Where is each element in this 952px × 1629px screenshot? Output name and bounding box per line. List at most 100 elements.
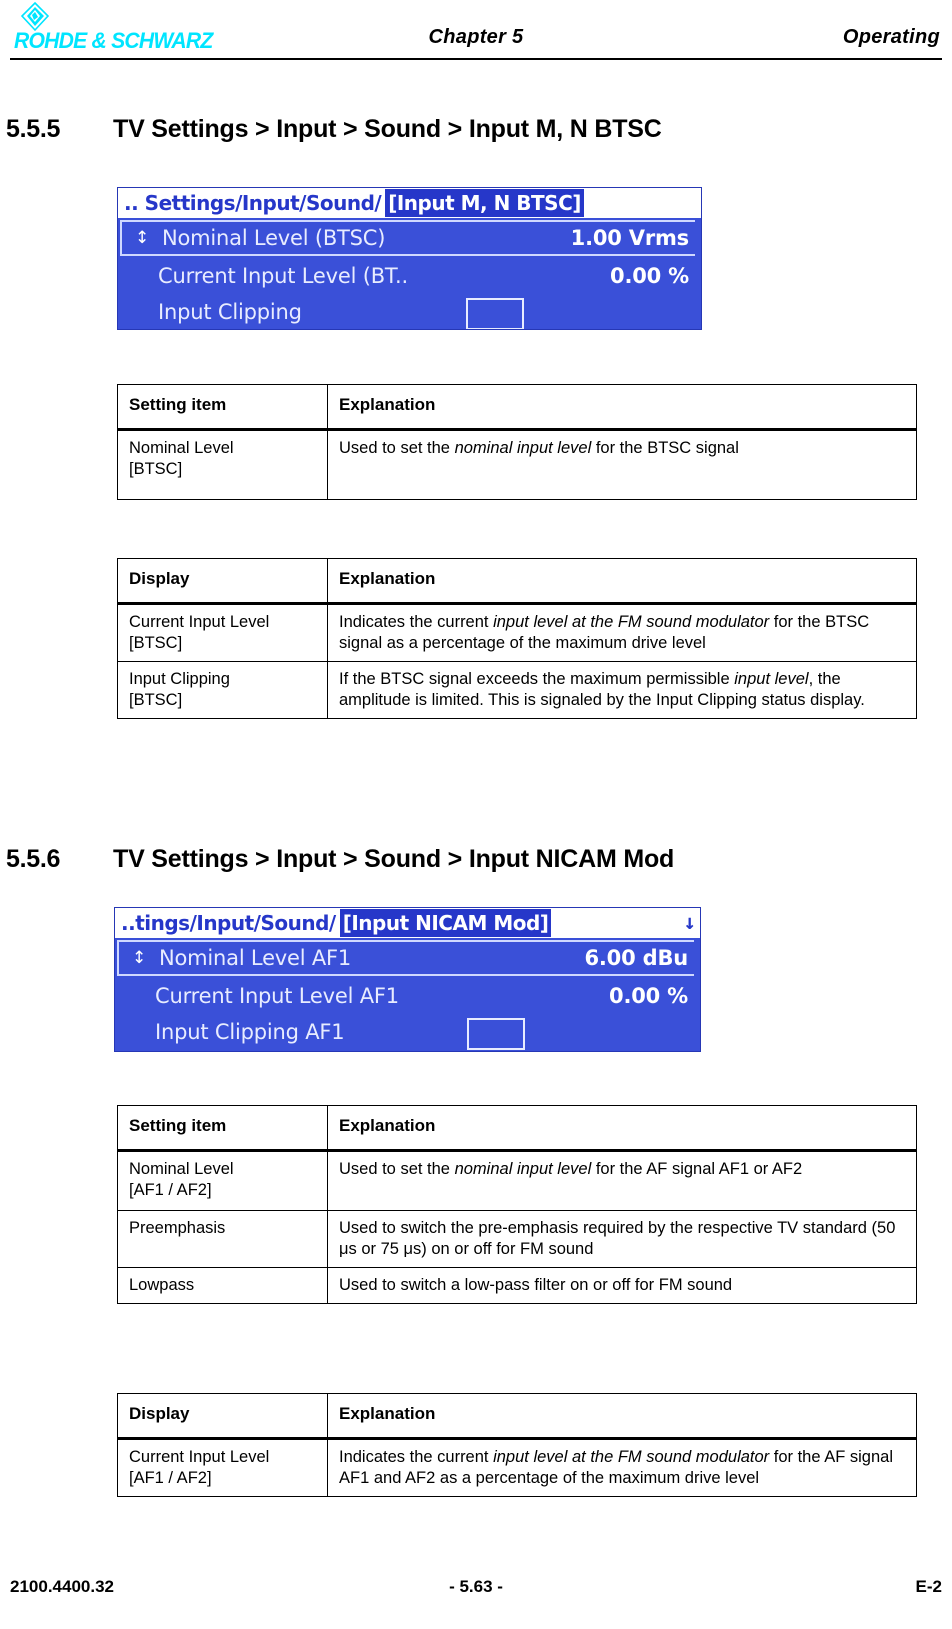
page-header: ROHDE & SCHWARZ Chapter 5 Operating <box>0 0 952 60</box>
table-row: Preemphasis Used to switch the pre-empha… <box>117 1209 917 1268</box>
explanation-pre: Indicates the current <box>339 612 494 631</box>
table-nicam-display-items: Display Explanation Current Input Level … <box>117 1393 917 1497</box>
cell-line-1: Nominal Level <box>129 438 234 457</box>
cell-line-1: Lowpass <box>129 1275 195 1294</box>
cell-display-item: Input Clipping [BTSC] <box>117 660 328 720</box>
table-row: Nominal Level [AF1 / AF2] Used to set th… <box>117 1149 917 1211</box>
section-number-556: 5.5.6 <box>6 845 61 873</box>
lcd-path-nicam: ..tings/Input/Sound/ <box>121 911 336 935</box>
lcd-row-label: Current Input Level AF1 <box>155 984 399 1008</box>
cell-line-1: Nominal Level <box>129 1159 234 1178</box>
lcd-row-label: Input Clipping AF1 <box>155 1020 345 1044</box>
lcd-row-label: Current Input Level (BT.. <box>158 264 408 288</box>
column-header-explanation: Explanation <box>327 384 917 431</box>
cell-explanation: Indicates the current input level at the… <box>327 602 917 662</box>
cell-line-2: [AF1 / AF2] <box>129 1180 212 1199</box>
cell-explanation: Used to switch the pre-emphasis required… <box>327 1209 917 1268</box>
table-btsc-setting-items: Setting item Explanation Nominal Level [… <box>117 384 917 500</box>
table-row: Input Clipping [BTSC] If the BTSC signal… <box>117 660 917 720</box>
table-header-row: Display Explanation <box>117 558 917 605</box>
cell-setting-item: Preemphasis <box>117 1209 328 1268</box>
explanation-pre: Used to set the <box>339 1159 455 1178</box>
table-row: Nominal Level [BTSC] Used to set the nom… <box>117 428 917 500</box>
lcd-row-value: 6.00 dBu <box>584 946 688 970</box>
explanation-post: for the AF signal AF1 or AF2 <box>591 1159 803 1178</box>
lcd-row-value: 0.00 % <box>610 264 689 288</box>
lcd-screenshot-btsc: .. Settings/Input/Sound/ [Input M, N BTS… <box>117 187 702 330</box>
explanation-pre: Indicates the current <box>339 1447 494 1466</box>
cell-line-2: [AF1 / AF2] <box>129 1468 212 1487</box>
column-header-explanation: Explanation <box>327 1105 917 1152</box>
column-header-setting-item: Setting item <box>117 384 328 431</box>
input-clipping-status-checkbox <box>466 298 524 329</box>
lcd-row-input-clipping-btsc[interactable]: Input Clipping <box>118 294 701 329</box>
cell-setting-item: Nominal Level [AF1 / AF2] <box>117 1149 328 1211</box>
cell-line-1: Current Input Level <box>129 612 270 631</box>
cell-line-2: [BTSC] <box>129 691 183 710</box>
cell-line-1: Current Input Level <box>129 1447 270 1466</box>
explanation-emphasis: nominal input level <box>454 1159 592 1178</box>
input-clipping-af1-status-checkbox <box>467 1018 525 1050</box>
lcd-row-value: 1.00 Vrms <box>570 226 690 250</box>
header-divider <box>10 58 942 60</box>
explanation-emphasis: nominal input level <box>454 438 592 457</box>
lcd-titlebar-btsc: .. Settings/Input/Sound/ [Input M, N BTS… <box>118 188 701 218</box>
lcd-window-title-btsc: [Input M, N BTSC] <box>385 189 584 217</box>
cell-display-item: Current Input Level [AF1 / AF2] <box>117 1437 328 1497</box>
lcd-window-title-nicam: [Input NICAM Mod] <box>339 909 552 937</box>
footer-page-number: - 5.63 - <box>449 1577 503 1596</box>
column-header-display: Display <box>117 558 328 605</box>
cell-explanation: Used to set the nominal input level for … <box>327 428 917 500</box>
cell-setting-item: Lowpass <box>117 1266 328 1305</box>
explanation-pre: If the BTSC signal exceeds the maximum p… <box>339 669 735 688</box>
lcd-row-input-clipping-af1[interactable]: Input Clipping AF1 <box>115 1014 700 1050</box>
page-footer: 2100.4400.32 - 5.63 - E-2 <box>0 1577 952 1617</box>
header-section-title: Operating <box>842 26 940 48</box>
explanation-post: for the BTSC signal <box>591 438 739 457</box>
explanation-emphasis: input level <box>734 669 809 688</box>
cell-explanation: Indicates the current input level at the… <box>327 1437 917 1497</box>
table-row: Current Input Level [AF1 / AF2] Indicate… <box>117 1437 917 1497</box>
lcd-titlebar-nicam: ..tings/Input/Sound/ [Input NICAM Mod] ↓ <box>115 908 700 938</box>
header-chapter-title: Chapter 5 <box>428 26 524 48</box>
table-header-row: Setting item Explanation <box>117 1105 917 1152</box>
cell-explanation: Used to switch a low-pass filter on or o… <box>327 1266 917 1305</box>
explanation-emphasis: input level at the FM sound modulator <box>493 1447 770 1466</box>
cell-explanation: If the BTSC signal exceeds the maximum p… <box>327 660 917 720</box>
lcd-screenshot-nicam: ..tings/Input/Sound/ [Input NICAM Mod] ↓… <box>114 907 701 1052</box>
cell-display-item: Current Input Level [BTSC] <box>117 602 328 662</box>
lcd-path-btsc: .. Settings/Input/Sound/ <box>124 191 382 215</box>
cell-explanation: Used to set the nominal input level for … <box>327 1149 917 1211</box>
lcd-row-value: 0.00 % <box>609 984 688 1008</box>
section-title-556: TV Settings > Input > Sound > Input NICA… <box>113 845 675 873</box>
table-row: Current Input Level [BTSC] Indicates the… <box>117 602 917 662</box>
cell-line-1: Input Clipping <box>129 669 230 688</box>
table-nicam-setting-items: Setting item Explanation Nominal Level [… <box>117 1105 917 1305</box>
column-header-explanation: Explanation <box>327 558 917 605</box>
section-title-555: TV Settings > Input > Sound > Input M, N… <box>113 115 662 143</box>
scroll-down-arrow-icon[interactable]: ↓ <box>683 910 696 934</box>
column-header-setting-item: Setting item <box>117 1105 328 1152</box>
table-row: Lowpass Used to switch a low-pass filter… <box>117 1266 917 1305</box>
lcd-row-label: Input Clipping <box>158 300 302 324</box>
cell-line-1: Preemphasis <box>129 1218 226 1237</box>
spinner-icon[interactable]: ↕ <box>122 229 162 247</box>
section-number-555: 5.5.5 <box>6 115 61 143</box>
table-btsc-display-items: Display Explanation Current Input Level … <box>117 558 917 720</box>
lcd-row-nominal-level-af1[interactable]: ↕ Nominal Level AF1 6.00 dBu <box>117 940 694 976</box>
lcd-row-label: Nominal Level AF1 <box>159 946 352 970</box>
lcd-row-current-input-level-af1[interactable]: Current Input Level AF1 0.00 % <box>115 978 700 1014</box>
table-header-row: Display Explanation <box>117 1393 917 1440</box>
explanation-pre: Used to set the <box>339 438 455 457</box>
cell-line-2: [BTSC] <box>129 633 183 652</box>
lcd-row-current-input-level-btsc[interactable]: Current Input Level (BT.. 0.00 % <box>118 258 701 294</box>
cell-setting-item: Nominal Level [BTSC] <box>117 428 328 500</box>
lcd-row-label: Nominal Level (BTSC) <box>162 226 386 250</box>
footer-edition: E-2 <box>915 1577 942 1596</box>
explanation-emphasis: input level at the FM sound modulator <box>493 612 770 631</box>
table-header-row: Setting item Explanation <box>117 384 917 431</box>
column-header-display: Display <box>117 1393 328 1440</box>
spinner-icon[interactable]: ↕ <box>119 949 159 967</box>
column-header-explanation: Explanation <box>327 1393 917 1440</box>
lcd-row-nominal-level-btsc[interactable]: ↕ Nominal Level (BTSC) 1.00 Vrms <box>120 220 695 256</box>
